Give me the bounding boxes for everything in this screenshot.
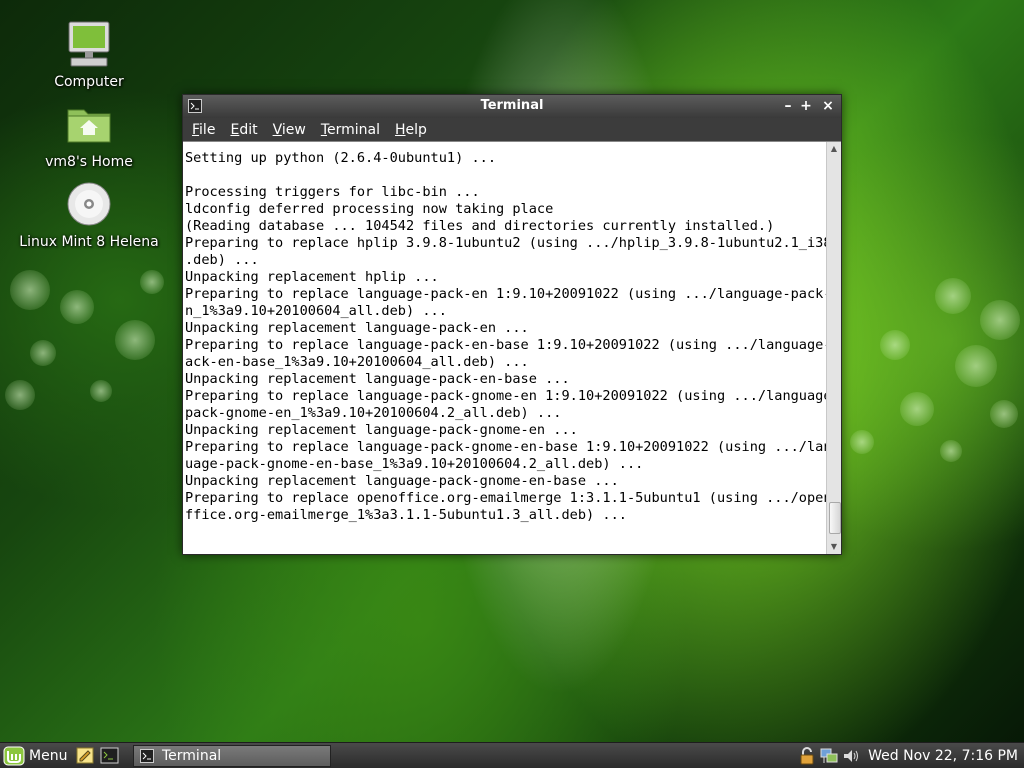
terminal-line: ffice.org-emailmerge_1%3a3.1.1-5ubuntu1.… xyxy=(185,507,627,523)
menu-help[interactable]: Help xyxy=(395,122,427,138)
taskbar-item-terminal[interactable]: Terminal xyxy=(133,745,331,767)
bokeh-decoration xyxy=(5,380,35,410)
terminal-line: Setting up python (2.6.4-0ubuntu1) ... xyxy=(185,150,496,166)
system-tray: Wed Nov 22, 7:16 PM xyxy=(798,743,1024,768)
bokeh-decoration xyxy=(990,400,1018,428)
bokeh-decoration xyxy=(940,440,962,462)
menu-label: dit xyxy=(239,121,258,138)
terminal-line: uage-pack-gnome-en-base_1%3a9.10+2010060… xyxy=(185,456,644,472)
minimize-button[interactable]: – xyxy=(779,97,797,115)
bokeh-decoration xyxy=(90,380,112,402)
terminal-line: pack-gnome-en_1%3a9.10+20100604.2_all.de… xyxy=(185,405,562,421)
main-menu-button[interactable]: Menu xyxy=(3,745,67,766)
desktop-icon-home[interactable]: vm8's Home xyxy=(19,100,159,170)
terminal-line: .deb) ... xyxy=(185,252,259,268)
terminal-line: Unpacking replacement language-pack-en-b… xyxy=(185,371,570,387)
terminal-line: ack-en-base_1%3a9.10+20100604_all.deb) .… xyxy=(185,354,529,370)
menu-label: erminal xyxy=(327,121,380,138)
terminal-window[interactable]: Terminal – + × File Edit View Terminal H… xyxy=(182,94,842,555)
volume-icon[interactable] xyxy=(842,747,860,765)
bokeh-decoration xyxy=(955,345,997,387)
menu-file[interactable]: File xyxy=(192,122,215,138)
terminal-line: Preparing to replace language-pack-gnome… xyxy=(185,388,827,404)
menu-edit[interactable]: Edit xyxy=(230,122,257,138)
terminal-line: Preparing to replace language-pack-gnome… xyxy=(185,439,827,455)
terminal-line: Unpacking replacement language-pack-gnom… xyxy=(185,422,578,438)
close-button[interactable]: × xyxy=(819,97,837,115)
terminal-line: n_1%3a9.10+20100604_all.deb) ... xyxy=(185,303,447,319)
terminal-text[interactable]: Setting up python (2.6.4-0ubuntu1) ... Pr… xyxy=(185,150,827,550)
taskbar-item-label: Terminal xyxy=(162,748,222,764)
desktop-icon-label: vm8's Home xyxy=(45,154,133,170)
window-title: Terminal xyxy=(480,98,544,113)
scrollbar-thumb[interactable] xyxy=(829,502,841,534)
terminal-line: Preparing to replace hplip 3.9.8-1ubuntu… xyxy=(185,235,827,251)
menu-mnemonic: H xyxy=(395,121,406,138)
menu-label: ile xyxy=(199,121,216,138)
computer-icon xyxy=(68,21,110,67)
bokeh-decoration xyxy=(850,430,874,454)
terminal-line: Preparing to replace openoffice.org-emai… xyxy=(185,490,827,506)
terminal-line: Processing triggers for libc-bin ... xyxy=(185,184,480,200)
update-manager-icon[interactable] xyxy=(798,746,816,765)
bokeh-decoration xyxy=(10,270,50,310)
terminal-output-area[interactable]: Setting up python (2.6.4-0ubuntu1) ... Pr… xyxy=(183,141,841,554)
linux-mint-logo-icon xyxy=(3,746,25,765)
vertical-scrollbar[interactable]: ▲ ▼ xyxy=(826,142,841,554)
terminal-line: Unpacking replacement hplip ... xyxy=(185,269,439,285)
bokeh-decoration xyxy=(140,270,164,294)
desktop-icon-label: Linux Mint 8 Helena xyxy=(19,234,159,250)
bokeh-decoration xyxy=(935,278,971,314)
bokeh-decoration xyxy=(980,300,1020,340)
menu-label: elp xyxy=(405,121,427,138)
terminal-line: Preparing to replace language-pack-en 1:… xyxy=(185,286,827,302)
desktop: Computer vm8's Home Linux Mint 8 Helena … xyxy=(0,0,1024,768)
terminal-line: ldconfig deferred processing now taking … xyxy=(185,201,554,217)
bottom-panel: Menu Terminal Wed Nov 22, 7:16 PM xyxy=(0,742,1024,768)
bokeh-decoration xyxy=(900,392,934,426)
desktop-icon-disc[interactable]: Linux Mint 8 Helena xyxy=(19,180,159,250)
menu-terminal[interactable]: Terminal xyxy=(321,122,380,138)
menu-label: iew xyxy=(281,121,306,138)
cd-disc-icon xyxy=(67,182,111,226)
bokeh-decoration xyxy=(60,290,94,324)
menu-view[interactable]: View xyxy=(273,122,306,138)
desktop-icon-computer[interactable]: Computer xyxy=(19,20,159,90)
scroll-up-arrow-icon[interactable]: ▲ xyxy=(827,142,841,156)
terminal-launcher-icon[interactable] xyxy=(100,746,119,765)
terminal-line: (Reading database ... 104542 files and d… xyxy=(185,218,775,234)
terminal-icon xyxy=(140,749,154,763)
maximize-button[interactable]: + xyxy=(797,97,815,115)
menu-mnemonic: F xyxy=(192,121,200,138)
terminal-line: Unpacking replacement language-pack-en .… xyxy=(185,320,529,336)
bokeh-decoration xyxy=(115,320,155,360)
terminal-line: Unpacking replacement language-pack-gnom… xyxy=(185,473,619,489)
menu-bar: File Edit View Terminal Help xyxy=(183,118,841,141)
bokeh-decoration xyxy=(30,340,56,366)
desktop-icon-label: Computer xyxy=(54,74,124,90)
clock[interactable]: Wed Nov 22, 7:16 PM xyxy=(868,748,1018,764)
bokeh-decoration xyxy=(880,330,910,360)
menu-label: Menu xyxy=(29,747,68,764)
scroll-down-arrow-icon[interactable]: ▼ xyxy=(827,540,841,554)
network-icon[interactable] xyxy=(820,747,838,765)
menu-mnemonic: E xyxy=(230,121,240,138)
window-titlebar[interactable]: Terminal – + × xyxy=(183,95,841,118)
text-editor-icon[interactable] xyxy=(76,746,95,765)
menu-mnemonic: V xyxy=(272,121,282,138)
terminal-line: Preparing to replace language-pack-en-ba… xyxy=(185,337,827,353)
home-folder-icon xyxy=(67,109,111,143)
